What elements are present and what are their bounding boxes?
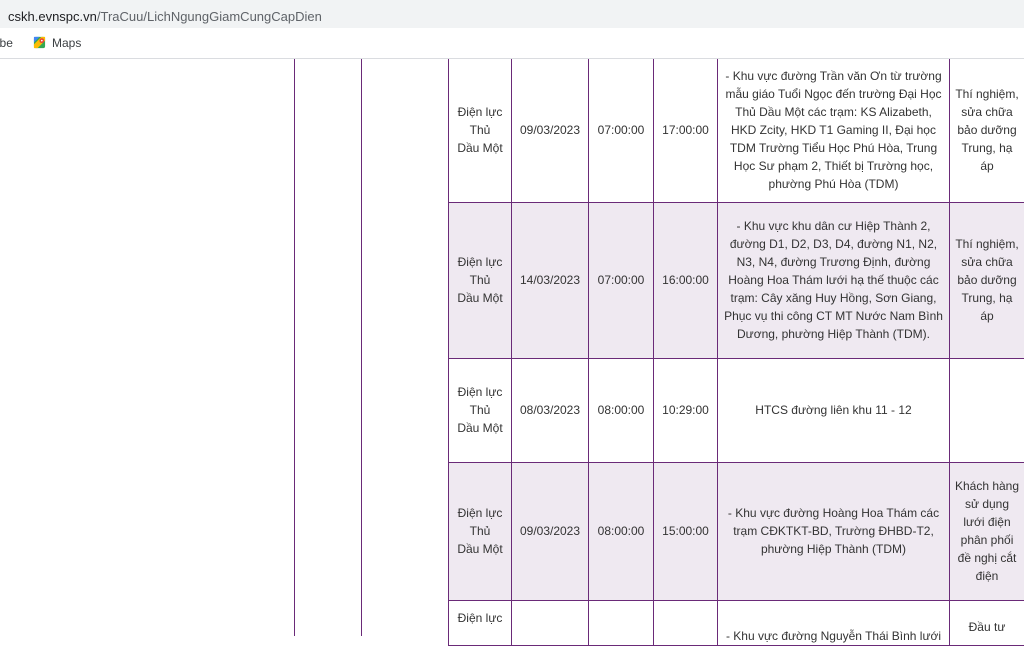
table-column-border bbox=[361, 59, 362, 636]
url-domain: cskh.evnspc.vn bbox=[8, 9, 97, 24]
cell-unit: Điện lực Thủ Dầu Một bbox=[449, 358, 512, 462]
cell-date bbox=[512, 600, 589, 645]
cell-date: 14/03/2023 bbox=[512, 202, 589, 358]
table-row: Điện lực Thủ Dầu Một 09/03/2023 07:00:00… bbox=[449, 59, 1024, 202]
address-bar[interactable]: cskh.evnspc.vn/TraCuu/LichNgungGiamCungC… bbox=[0, 0, 1024, 28]
power-outage-schedule-table: Điện lực Thủ Dầu Một 09/03/2023 07:00:00… bbox=[448, 59, 1024, 646]
cell-end-time: 10:29:00 bbox=[654, 358, 718, 462]
bookmark-maps[interactable]: Maps bbox=[33, 36, 81, 50]
cell-area: - Khu vực đường Nguyễn Thái Bình lưới bbox=[718, 600, 950, 645]
table-row: Điện lực Thủ Dầu Một 09/03/2023 08:00:00… bbox=[449, 462, 1024, 600]
cell-reason: Thí nghiệm, sửa chữa bảo dưỡng Trung, hạ… bbox=[950, 202, 1024, 358]
cell-start-time: 07:00:00 bbox=[589, 59, 654, 202]
table-row: Điện lực - Khu vực đường Nguyễn Thái Bìn… bbox=[449, 600, 1024, 645]
cell-area: HTCS đường liên khu 11 - 12 bbox=[718, 358, 950, 462]
cell-end-time: 17:00:00 bbox=[654, 59, 718, 202]
cell-end-time bbox=[654, 600, 718, 645]
cell-unit: Điện lực Thủ Dầu Một bbox=[449, 202, 512, 358]
cell-unit: Điện lực Thủ Dầu Một bbox=[449, 462, 512, 600]
cell-date: 09/03/2023 bbox=[512, 59, 589, 202]
bookmarks-bar: Tube Maps bbox=[0, 28, 1024, 59]
cell-start-time: 08:00:00 bbox=[589, 358, 654, 462]
cell-reason: Khách hàng sử dụng lưới điện phân phối đ… bbox=[950, 462, 1024, 600]
cell-end-time: 16:00:00 bbox=[654, 202, 718, 358]
table-column-border bbox=[294, 59, 295, 636]
cell-unit: Điện lực bbox=[449, 600, 512, 645]
cell-start-time bbox=[589, 600, 654, 645]
cell-area: - Khu vực đường Hoàng Hoa Thám các trạm … bbox=[718, 462, 950, 600]
table-row: Điện lực Thủ Dầu Một 14/03/2023 07:00:00… bbox=[449, 202, 1024, 358]
maps-icon bbox=[33, 36, 46, 49]
cell-start-time: 07:00:00 bbox=[589, 202, 654, 358]
cell-area: - Khu vực khu dân cư Hiệp Thành 2, đường… bbox=[718, 202, 950, 358]
cell-date: 08/03/2023 bbox=[512, 358, 589, 462]
url-path: /TraCuu/LichNgungGiamCungCapDien bbox=[97, 9, 322, 24]
url-text[interactable]: cskh.evnspc.vn/TraCuu/LichNgungGiamCungC… bbox=[8, 9, 322, 25]
bookmark-maps-label: Maps bbox=[52, 36, 81, 50]
cell-unit: Điện lực Thủ Dầu Một bbox=[449, 59, 512, 202]
table-row: Điện lực Thủ Dầu Một 08/03/2023 08:00:00… bbox=[449, 358, 1024, 462]
cell-date: 09/03/2023 bbox=[512, 462, 589, 600]
cell-area: - Khu vực đường Trần văn Ơn từ trường mẫ… bbox=[718, 59, 950, 202]
cell-start-time: 08:00:00 bbox=[589, 462, 654, 600]
cell-reason bbox=[950, 358, 1024, 462]
bookmark-youtube[interactable]: Tube bbox=[0, 36, 13, 50]
cell-reason: Thí nghiệm, sửa chữa bảo dưỡng Trung, hạ… bbox=[950, 59, 1024, 202]
cell-reason: Đầu tư bbox=[950, 600, 1024, 645]
cell-end-time: 15:00:00 bbox=[654, 462, 718, 600]
bookmark-youtube-label: Tube bbox=[0, 36, 13, 50]
